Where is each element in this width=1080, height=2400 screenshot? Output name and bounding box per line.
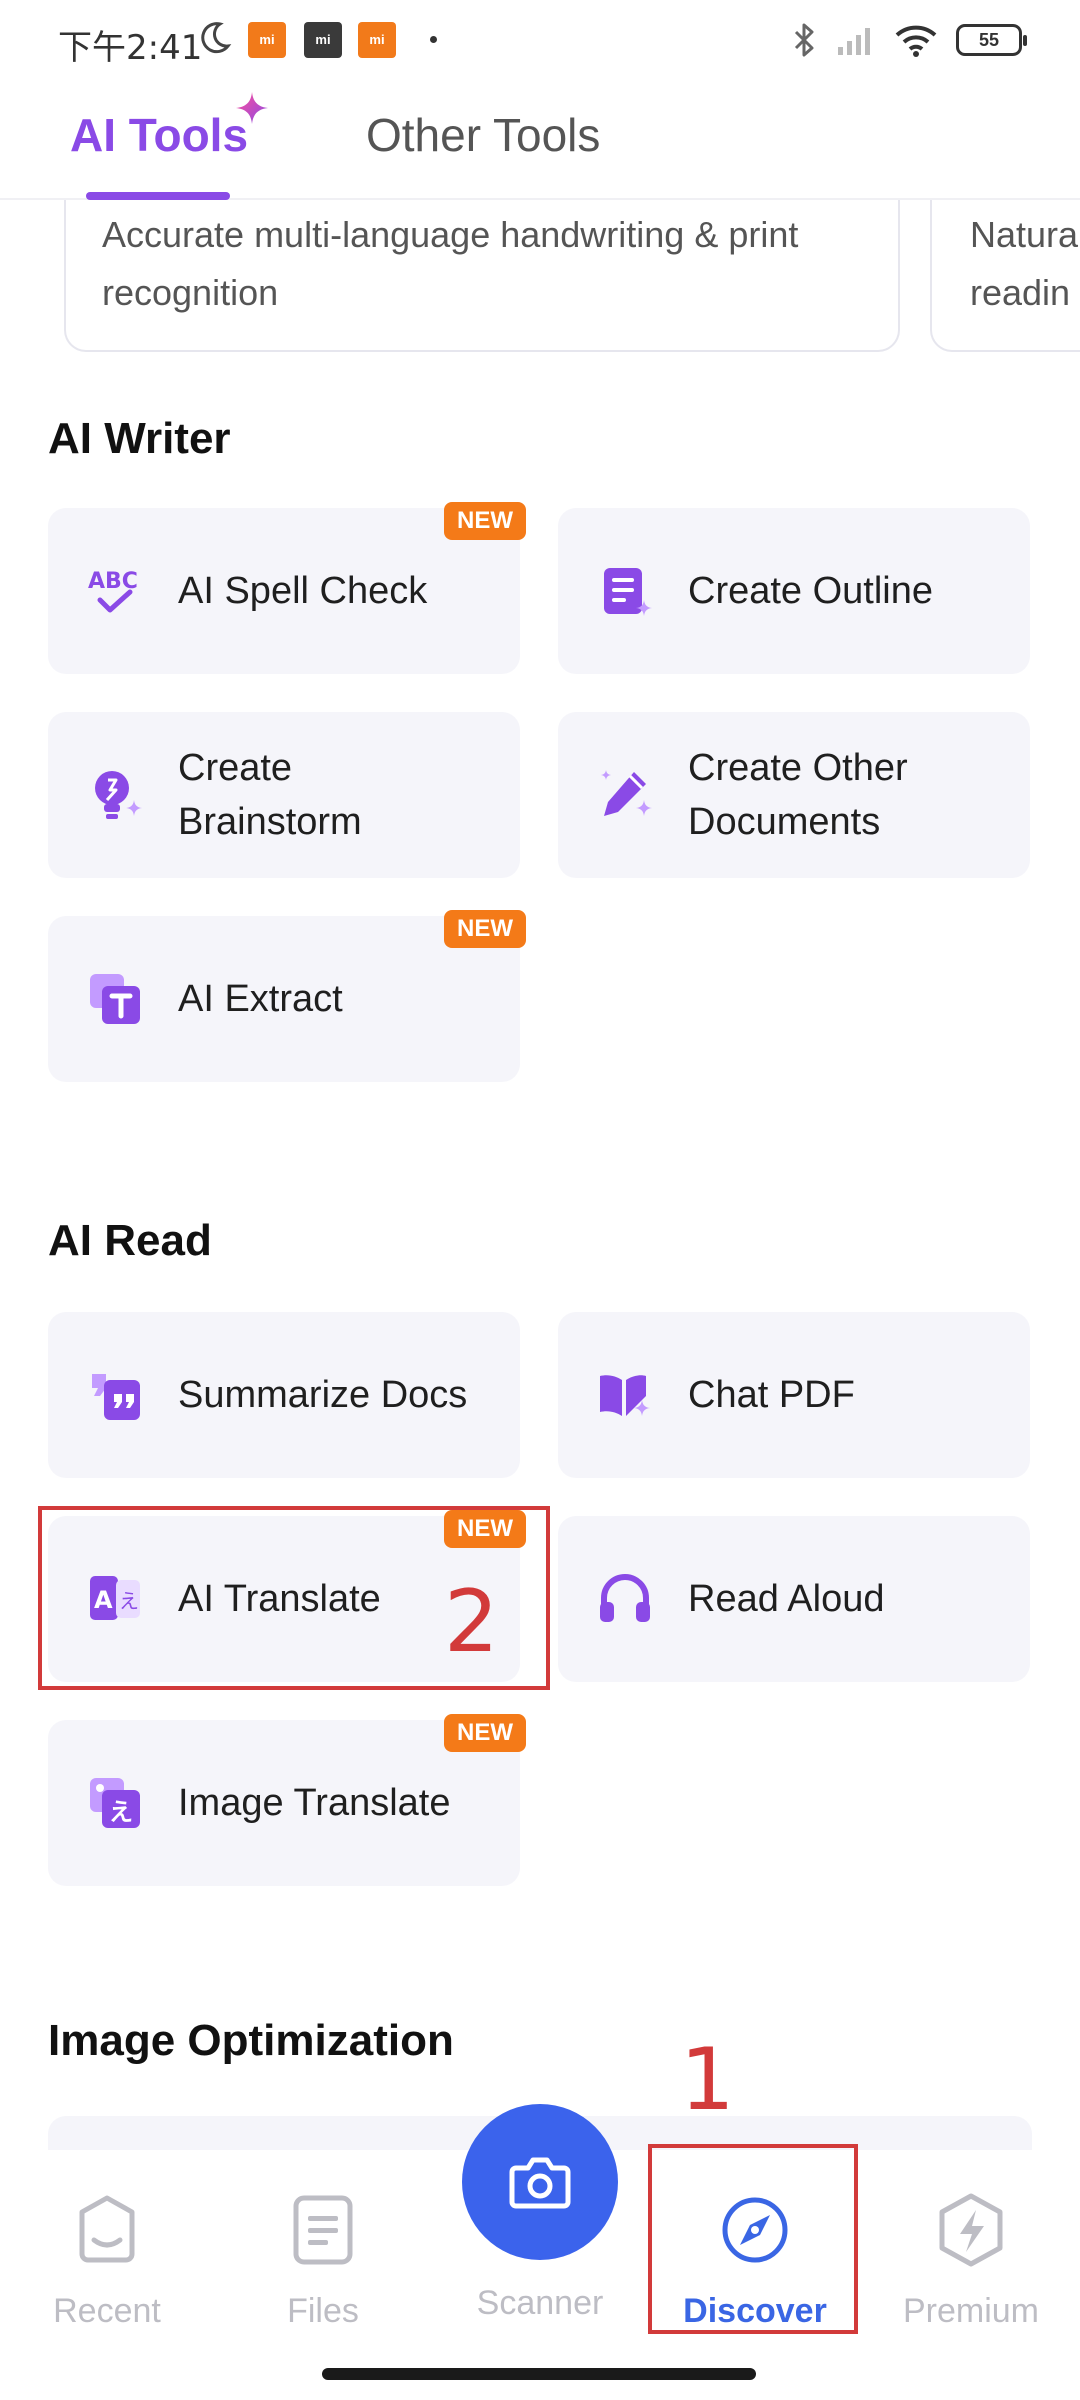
tab-other-tools[interactable]: Other Tools [366,108,600,162]
mi-app-icon: mi [358,22,396,58]
signal-icon [838,28,870,55]
nav-premium[interactable]: Premium [886,2190,1056,2331]
card-description: readin [970,272,1071,313]
quote-icon [92,1374,140,1420]
tool-label: Create Other Documents [688,747,908,843]
tool-ai-spell-check[interactable]: ABC AI Spell Check NEW [48,502,526,674]
tool-label: Create Brainstorm [178,747,362,843]
tool-tabs: AI Tools Other Tools [0,80,1080,200]
tool-create-outline[interactable]: Create Outline [558,508,1030,674]
status-time: 下午2:41 [58,28,203,68]
moon-icon [201,22,232,54]
book-sparkle-icon [600,1375,650,1416]
tool-chat-pdf[interactable]: Chat PDF [558,1312,1030,1478]
card-description: Natura [970,214,1079,255]
mi-store-icon: mi [304,22,342,58]
tool-create-brainstorm[interactable]: Create Brainstorm [48,712,520,878]
mi-app-icon: mi [248,22,286,58]
card-description: Accurate multi-language handwriting & pr… [102,214,799,255]
headphones-icon [600,1574,650,1622]
new-badge: NEW [444,910,526,948]
new-badge: NEW [444,502,526,540]
status-bar: 下午2:41 mi mi mi 55 [0,0,1080,80]
tool-summarize-docs[interactable]: Summarize Docs [48,1312,520,1478]
section-title-ai-read: AI Read [48,1216,212,1265]
bluetooth-icon [794,23,814,57]
tool-image-translate[interactable]: え Image Translate NEW [48,1714,526,1886]
nav-label-scanner: Scanner [476,2284,604,2322]
extract-text-icon [90,974,140,1024]
lightning-icon [939,2193,1003,2267]
battery-indicator: 55 [956,24,1027,56]
tab-ai-tools[interactable]: AI Tools [70,108,248,162]
nav-files[interactable]: Files [238,2190,408,2331]
tool-label: Create Outline [688,570,934,612]
status-right: 55 [792,20,1027,60]
files-icon [293,2195,353,2265]
wifi-icon [895,25,937,57]
new-badge: NEW [444,1714,526,1752]
home-indicator [322,2368,756,2380]
nav-label: Premium [902,2292,1040,2330]
notification-dot-icon [430,36,437,43]
sparkle-icon [236,92,268,124]
tool-label: Read Aloud [688,1578,885,1620]
annotation-box-1 [648,2144,858,2334]
tool-label: AI Extract [178,978,343,1020]
nav-label: Recent [53,2292,161,2330]
annotation-number-1: 1 [680,2030,735,2130]
tool-read-aloud[interactable]: Read Aloud [558,1516,1030,1682]
svg-text:え: え [109,1798,133,1826]
pen-sparkle-icon [601,770,652,816]
tool-label: Chat PDF [688,1374,855,1416]
active-tab-indicator [86,192,230,200]
image-translate-icon: え [90,1778,140,1828]
tool-label: Summarize Docs [178,1374,468,1416]
nav-label: Files [287,2292,359,2330]
annotation-number-2: 2 [444,1572,499,1672]
card-description: recognition [102,272,279,313]
outline-icon [604,568,652,616]
recent-icon [79,2195,135,2263]
tool-create-other-documents[interactable]: Create Other Documents [558,712,1030,878]
tool-label: AI Spell Check [178,570,428,612]
ocr-feature-card[interactable]: Accurate multi-language handwriting & pr… [64,200,900,352]
next-feature-card[interactable]: Natura readin [930,200,1080,352]
bottom-navigation: Recent Files Scanner Discover Premium [0,2104,1080,2400]
camera-icon [509,2157,571,2209]
tool-ai-extract[interactable]: AI Extract NEW [48,910,526,1082]
nav-recent[interactable]: Recent [22,2190,192,2331]
abc-check-icon: ABC [88,569,138,613]
section-title-image-optimization: Image Optimization [48,2016,454,2065]
scanner-button[interactable] [462,2104,618,2260]
tool-label: Image Translate [178,1782,451,1824]
section-title-ai-writer: AI Writer [48,414,231,463]
lightbulb-icon [95,771,142,819]
